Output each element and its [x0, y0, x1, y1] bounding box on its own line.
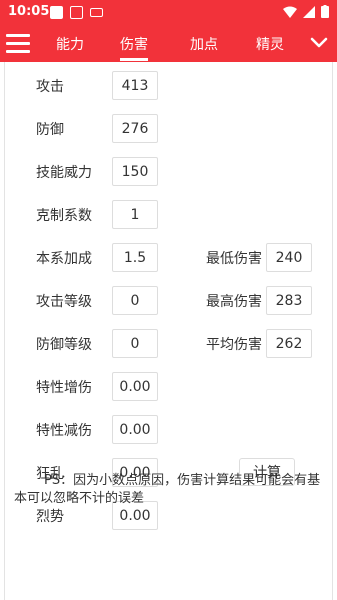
menu-icon[interactable]	[6, 34, 30, 54]
tab-bar: 能力 伤害 加点 精灵	[0, 26, 337, 62]
stab-bonus-input[interactable]: 1.5	[112, 243, 158, 272]
trait-boost-label: 特性增伤	[36, 380, 92, 396]
fierce-label: 烈势	[36, 509, 64, 525]
trait-reduce-input[interactable]: 0.00	[112, 415, 158, 444]
attack-level-input[interactable]: 0	[112, 286, 158, 315]
trait-reduce-label: 特性减伤	[36, 423, 92, 439]
attack-input[interactable]: 413	[112, 71, 158, 100]
status-time: 10:05	[8, 4, 50, 19]
defense-level-input[interactable]: 0	[112, 329, 158, 358]
defense-level-label: 防御等级	[36, 337, 92, 353]
tab-spirit[interactable]: 精灵	[256, 34, 284, 54]
tab-ability[interactable]: 能力	[56, 34, 84, 54]
wifi-icon	[283, 6, 297, 18]
stab-bonus-label: 本系加成	[36, 251, 92, 267]
min-damage-value: 240	[266, 243, 312, 272]
status-indicators	[283, 5, 329, 18]
counter-coef-label: 克制系数	[36, 208, 92, 224]
status-bar: 10:05	[0, 0, 337, 26]
tab-damage[interactable]: 伤害	[120, 34, 148, 61]
skill-power-label: 技能威力	[36, 165, 92, 181]
avg-damage-value: 262	[266, 329, 312, 358]
defense-label: 防御	[36, 122, 64, 138]
app-a-icon	[70, 6, 83, 19]
precision-note: PS：因为小数点原因，伤害计算结果可能会有基本可以忽略不计的误差	[14, 473, 321, 506]
trait-boost-input[interactable]: 0.00	[112, 372, 158, 401]
damage-calculator: 攻击 413 防御 276 技能威力 150 克制系数 1 本系加成 1.5 攻…	[0, 62, 337, 600]
signal-icon	[303, 5, 315, 18]
chevron-down-icon[interactable]	[310, 34, 328, 52]
min-damage-label: 最低伤害	[206, 251, 262, 267]
notification-icon	[50, 6, 63, 19]
keyboard-icon	[90, 8, 103, 17]
battery-icon	[321, 5, 329, 18]
attack-label: 攻击	[36, 79, 64, 95]
tab-points[interactable]: 加点	[190, 34, 218, 54]
attack-level-label: 攻击等级	[36, 294, 92, 310]
counter-coef-input[interactable]: 1	[112, 200, 158, 229]
avg-damage-label: 平均伤害	[206, 337, 262, 353]
max-damage-label: 最高伤害	[206, 294, 262, 310]
defense-input[interactable]: 276	[112, 114, 158, 143]
max-damage-value: 283	[266, 286, 312, 315]
skill-power-input[interactable]: 150	[112, 157, 158, 186]
